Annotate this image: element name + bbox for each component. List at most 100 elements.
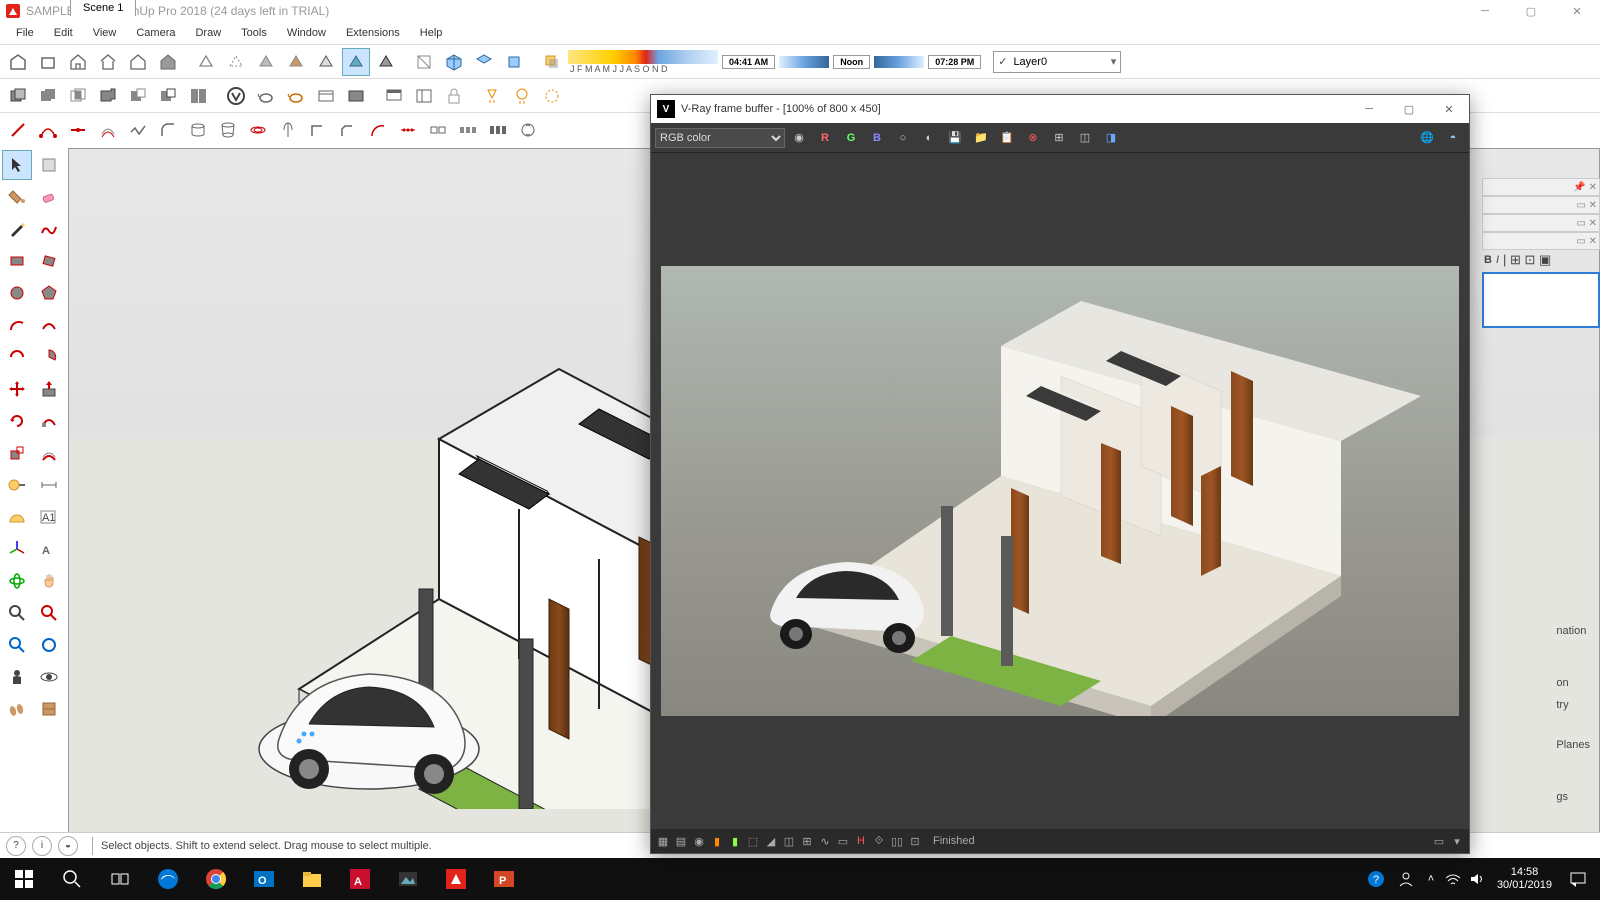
panel-format-icons[interactable]: B I | ⊞ ⊡ ▣ xyxy=(1482,250,1600,270)
chamfer-icon[interactable] xyxy=(334,116,362,144)
vray-sb-6[interactable]: ⬚ xyxy=(745,833,761,849)
vray-sb-15[interactable]: ⊡ xyxy=(907,833,923,849)
union-icon[interactable] xyxy=(94,82,122,110)
paint-bucket-icon[interactable] xyxy=(2,182,32,212)
frame-buffer-icon[interactable] xyxy=(380,82,408,110)
view-iso-icon[interactable] xyxy=(440,48,468,76)
walk-icon[interactable] xyxy=(2,694,32,724)
menu-extensions[interactable]: Extensions xyxy=(338,25,408,41)
circle-icon[interactable] xyxy=(2,278,32,308)
model-icon[interactable] xyxy=(4,48,32,76)
offset-icon[interactable] xyxy=(34,438,64,468)
joint-icon[interactable] xyxy=(424,116,452,144)
teapot-interactive-icon[interactable] xyxy=(282,82,310,110)
menu-tools[interactable]: Tools xyxy=(233,25,275,41)
vray-sb-11[interactable]: ▭ xyxy=(835,833,851,849)
batch-render-icon[interactable] xyxy=(342,82,370,110)
photos-icon[interactable] xyxy=(384,858,432,900)
scene-tab[interactable]: Scene 1 xyxy=(70,0,136,16)
vray-red-channel[interactable]: R xyxy=(813,127,837,149)
text-icon[interactable]: A1 xyxy=(34,502,64,532)
look-around-icon[interactable] xyxy=(34,662,64,692)
vray-titlebar[interactable]: V V-Ray frame buffer - [100% of 800 x 45… xyxy=(651,95,1469,123)
corner-icon[interactable] xyxy=(304,116,332,144)
vray-sb-7[interactable]: ◢ xyxy=(763,833,779,849)
arc-tool-icon[interactable] xyxy=(364,116,392,144)
section-icon[interactable] xyxy=(34,694,64,724)
light-rect-icon[interactable] xyxy=(478,82,506,110)
trim-icon[interactable] xyxy=(154,82,182,110)
scale-icon[interactable] xyxy=(2,438,32,468)
pan-icon[interactable] xyxy=(34,566,64,596)
move-icon[interactable] xyxy=(2,374,32,404)
chrome-icon[interactable] xyxy=(192,858,240,900)
panel-preview[interactable] xyxy=(1482,272,1600,328)
previous-icon[interactable] xyxy=(34,630,64,660)
menu-help[interactable]: Help xyxy=(412,25,451,41)
panel-close2[interactable]: ▭ ✕ xyxy=(1482,214,1600,232)
vray-channel-dropdown[interactable]: RGB color xyxy=(655,128,785,148)
axes-icon[interactable] xyxy=(2,534,32,564)
vray-maximize-button[interactable]: ▢ xyxy=(1389,95,1429,123)
vray-link-icon[interactable]: ◨ xyxy=(1099,127,1123,149)
vray-sb-9[interactable]: ⊞ xyxy=(799,833,815,849)
orbit-icon[interactable] xyxy=(2,566,32,596)
shadow-time-slider[interactable] xyxy=(779,56,829,68)
vray-green-channel[interactable]: G xyxy=(839,127,863,149)
vray-sb-2[interactable]: ▤ xyxy=(673,833,689,849)
style-shade-icon[interactable] xyxy=(252,48,280,76)
menu-edit[interactable]: Edit xyxy=(46,25,81,41)
style-mono-icon[interactable] xyxy=(312,48,340,76)
vray-save-icon[interactable]: 💾 xyxy=(943,127,967,149)
shadow-toggle-icon[interactable] xyxy=(538,48,566,76)
simplify-icon[interactable] xyxy=(124,116,152,144)
vray-sb-5[interactable]: ▮ xyxy=(727,833,743,849)
vray-track-icon[interactable]: ◫ xyxy=(1073,127,1097,149)
panel-close3[interactable]: ▭ ✕ xyxy=(1482,232,1600,250)
viewport-render-icon[interactable] xyxy=(312,82,340,110)
vray-rgb-icon[interactable]: ◉ xyxy=(787,127,811,149)
line-icon[interactable] xyxy=(4,116,32,144)
make-component-icon[interactable] xyxy=(34,150,64,180)
style-xray-icon[interactable] xyxy=(342,48,370,76)
vray-sb-3[interactable]: ◉ xyxy=(691,833,707,849)
people-icon[interactable] xyxy=(1391,858,1421,900)
pie-icon[interactable] xyxy=(34,342,64,372)
zoom-icon[interactable] xyxy=(2,598,32,628)
rotated-rect-icon[interactable] xyxy=(34,246,64,276)
rotate-icon[interactable] xyxy=(2,406,32,436)
start-button[interactable] xyxy=(0,858,48,900)
vray-blue-channel[interactable]: B xyxy=(865,127,889,149)
vray-alpha-icon[interactable]: ◐ xyxy=(917,127,941,149)
fillet-icon[interactable] xyxy=(154,116,182,144)
style-edges-icon[interactable] xyxy=(372,48,400,76)
outer-shell-icon[interactable] xyxy=(34,82,62,110)
offset-curve-icon[interactable] xyxy=(94,116,122,144)
view-front-icon[interactable] xyxy=(500,48,528,76)
vray-frame-buffer[interactable]: V V-Ray frame buffer - [100% of 800 x 45… xyxy=(650,94,1470,854)
vray-logo-icon[interactable] xyxy=(222,82,250,110)
copy-along-icon[interactable] xyxy=(454,116,482,144)
vray-sb-dropdown[interactable]: ▾ xyxy=(1449,833,1465,849)
arc-icon[interactable] xyxy=(2,310,32,340)
light-spot-icon[interactable] xyxy=(538,82,566,110)
maximize-button[interactable]: ▢ xyxy=(1508,0,1554,22)
status-info-icon[interactable]: i xyxy=(32,836,52,856)
vray-mono-icon[interactable]: ○ xyxy=(891,127,915,149)
vray-copy-icon[interactable]: 📋 xyxy=(995,127,1019,149)
asset-editor-icon[interactable] xyxy=(410,82,438,110)
vray-sb-13[interactable]: ⟐ xyxy=(871,833,887,849)
menu-window[interactable]: Window xyxy=(279,25,334,41)
layer-dropdown[interactable]: ✓ Layer0 ▾ xyxy=(993,51,1121,73)
extrude-icon[interactable] xyxy=(184,116,212,144)
vray-sb-14[interactable]: ▯▯ xyxy=(889,833,905,849)
minimize-button[interactable]: ─ xyxy=(1462,0,1508,22)
vray-minimize-button[interactable]: ─ xyxy=(1349,95,1389,123)
2pt-arc-icon[interactable] xyxy=(34,310,64,340)
dimension-icon[interactable] xyxy=(34,470,64,500)
vray-close-button[interactable]: ✕ xyxy=(1429,95,1469,123)
3pt-arc-icon[interactable] xyxy=(2,342,32,372)
style-hidden-icon[interactable] xyxy=(222,48,250,76)
vray-teapot-icon[interactable]: ◓ xyxy=(1441,127,1465,149)
edge-icon[interactable] xyxy=(144,858,192,900)
